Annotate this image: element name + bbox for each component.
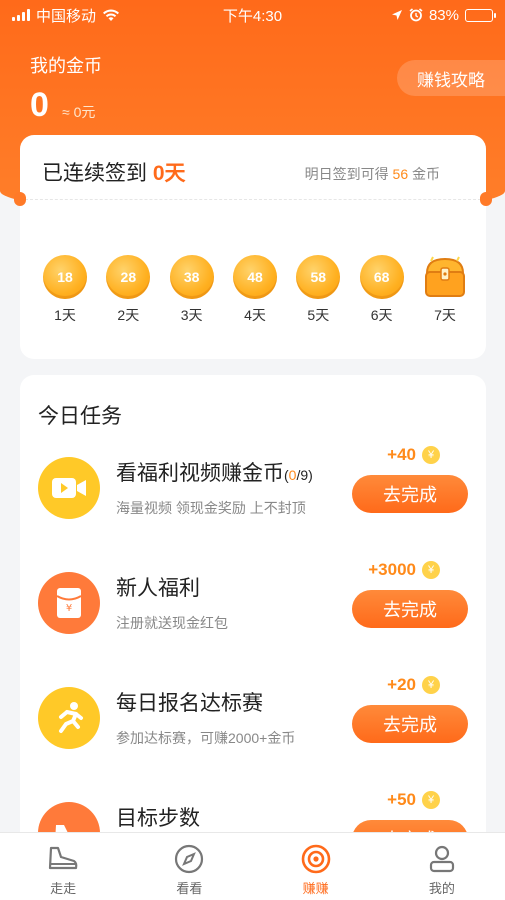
red-envelope-icon: ¥ [38, 572, 100, 634]
checkin-streak-days: 0天 [152, 162, 186, 185]
yen-coin-icon: ¥ [422, 561, 440, 579]
day-label: 6天 [370, 307, 393, 323]
day-label: 1天 [54, 307, 76, 323]
day-label: 4天 [244, 307, 266, 323]
task-reward-amount: +3000 [368, 560, 416, 579]
checkin-day[interactable]: 28 2天 [103, 255, 153, 325]
checkin-header: 已连续签到 0天 明日签到可得 56 金币 [20, 135, 486, 199]
svg-text:¥: ¥ [66, 603, 72, 614]
gold-coin-icon: 58 [296, 255, 341, 299]
video-camera-icon [38, 457, 100, 519]
task-item-video[interactable]: 看福利视频赚金币(0/9) 海量视频 领现金奖励 上不封顶 +40 ¥ 去完成 [20, 445, 486, 567]
battery-icon [465, 8, 496, 22]
sneaker-icon [47, 843, 79, 875]
bottom-tab-bar: 走走 看看 赚赚 我的 [0, 832, 505, 900]
task-reward-amount: +50 [387, 790, 416, 809]
target-icon [300, 843, 332, 875]
task-progress: (0/9) [284, 467, 313, 483]
battery-percent: 83% [428, 6, 459, 24]
tab-earn[interactable]: 赚赚 [253, 833, 379, 900]
checkin-day[interactable]: 58 5天 [293, 255, 343, 325]
gold-coin-icon: 38 [169, 255, 214, 299]
day-label: 3天 [180, 307, 203, 323]
tab-walk[interactable]: 走走 [0, 833, 126, 900]
task-title: 新人福利 [116, 577, 200, 600]
compass-icon [173, 843, 205, 875]
day-label: 2天 [117, 307, 140, 323]
task-progress-total: /9) [296, 467, 313, 483]
task-reward: +20 ¥ [387, 675, 440, 695]
tab-label: 我的 [428, 881, 455, 896]
earn-strategy-button[interactable]: 赚钱攻略 [397, 60, 505, 96]
coin-balance: 0 [30, 86, 49, 124]
task-name: 看福利视频赚金币(0/9) [116, 457, 313, 487]
task-item-challenge[interactable]: 每日报名达标赛 参加达标赛，可赚2000+金币 +20 ¥ 去完成 [20, 675, 486, 797]
daily-tasks-title: 今日任务 [38, 405, 122, 428]
tab-mine[interactable]: 我的 [379, 833, 505, 900]
checkin-card: 已连续签到 0天 明日签到可得 56 金币 18 1天 28 2天 38 3天 … [14, 135, 492, 359]
task-description: 注册就送现金红包 [116, 615, 228, 631]
tab-label: 看看 [176, 881, 203, 896]
tab-label: 走走 [50, 881, 77, 896]
card-notch-right [480, 192, 492, 206]
card-notch-left [14, 192, 26, 206]
yen-coin-icon: ¥ [422, 676, 440, 694]
user-icon [426, 843, 458, 875]
yen-coin-icon: ¥ [422, 791, 440, 809]
task-reward: +40 ¥ [387, 445, 440, 465]
task-complete-button[interactable]: 去完成 [352, 475, 468, 513]
checkin-day[interactable]: 18 1天 [40, 255, 90, 325]
status-bar: 中国移动 下午4:30 83% [0, 0, 505, 30]
checkin-day[interactable]: 38 3天 [167, 255, 217, 325]
tomorrow-reward-suffix: 金币 [412, 166, 440, 182]
task-complete-button[interactable]: 去完成 [352, 705, 468, 743]
tab-watch[interactable]: 看看 [126, 833, 252, 900]
checkin-day[interactable]: 68 6天 [357, 255, 407, 325]
location-arrow-icon [391, 10, 402, 20]
checkin-streak-label: 已连续签到 [42, 162, 147, 185]
task-reward-amount: +40 [387, 445, 416, 464]
tomorrow-reward-prefix: 明日签到可得 [304, 166, 389, 182]
checkin-days-row: 18 1天 28 2天 38 3天 48 4天 58 5天 68 6天 7天 [40, 255, 470, 325]
daily-tasks-card: 今日任务 看福利视频赚金币(0/9) 海量视频 领现金奖励 上不封顶 +40 ¥… [20, 375, 486, 845]
gold-coin-icon: 18 [43, 255, 87, 299]
tomorrow-reward-coins: 56 [392, 166, 409, 182]
checkin-day[interactable]: 7天 [420, 255, 470, 325]
tomorrow-reward: 明日签到可得 56 金币 [305, 164, 440, 184]
task-item-newcomer[interactable]: ¥ 新人福利 注册就送现金红包 +3000 ¥ 去完成 [20, 560, 486, 682]
task-title: 目标步数 [116, 807, 200, 830]
gold-coin-icon: 68 [359, 255, 404, 299]
task-reward: +50 ¥ [387, 790, 440, 810]
my-coins-title: 我的金币 [30, 56, 102, 76]
coin-yuan-value: ≈ 0元 [62, 104, 96, 120]
checkin-streak: 已连续签到 0天 [42, 157, 186, 187]
yen-coin-icon: ¥ [422, 446, 440, 464]
running-person-icon [38, 687, 100, 749]
alarm-icon [409, 8, 423, 22]
day-label: 5天 [307, 307, 330, 323]
tab-label: 赚赚 [302, 881, 329, 896]
day-label: 7天 [434, 307, 456, 323]
task-complete-button[interactable]: 去完成 [352, 590, 468, 628]
gold-coin-icon: 48 [232, 255, 277, 299]
task-title: 看福利视频赚金币 [116, 462, 284, 485]
checkin-day[interactable]: 48 4天 [230, 255, 280, 325]
task-reward-amount: +20 [387, 675, 416, 694]
task-title: 每日报名达标赛 [116, 692, 263, 715]
dashed-divider [20, 199, 486, 200]
treasure-chest-icon [422, 255, 468, 299]
task-reward: +3000 ¥ [368, 560, 440, 580]
task-description: 参加达标赛，可赚2000+金币 [116, 730, 296, 746]
task-description: 海量视频 领现金奖励 上不封顶 [116, 500, 306, 516]
gold-coin-icon: 28 [106, 255, 151, 299]
